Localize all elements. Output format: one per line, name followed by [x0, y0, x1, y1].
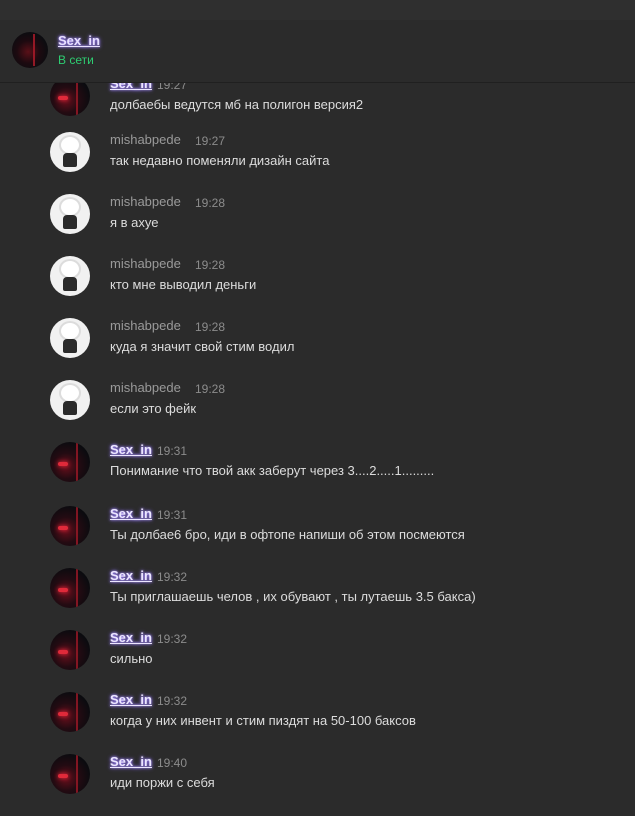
message-author[interactable]: Sex_in	[110, 754, 152, 770]
message-item: mishabpede 19:27 так недавно поменяли ди…	[0, 132, 635, 194]
message-item: mishabpede 19:28 кто мне выводил деньги	[0, 256, 635, 318]
chat-header: Sex_in В сети	[0, 20, 635, 83]
avatar[interactable]	[50, 380, 90, 420]
message-author[interactable]: Sex_in	[110, 506, 152, 522]
message-item: Sex_in 19:32 когда у них инвент и стим п…	[0, 692, 635, 754]
message-item: mishabpede 19:28 куда я значит свой стим…	[0, 318, 635, 380]
message-time: 19:32	[157, 632, 188, 646]
message-text: Понимание что твой акк заберут через 3..…	[110, 463, 435, 478]
message-item: mishabpede 19:28 если это фейк	[0, 380, 635, 442]
message-text: кто мне выводил деньги	[110, 277, 257, 292]
avatar[interactable]	[50, 318, 90, 358]
message-author[interactable]: mishabpede	[110, 318, 181, 334]
message-author[interactable]: mishabpede	[110, 194, 181, 210]
message-time: 19:32	[157, 570, 188, 584]
message-text: я в ахуе	[110, 215, 159, 230]
message-item: Sex_in 19:31 Ты долбае6 бро, иди в офтоп…	[0, 506, 635, 568]
avatar[interactable]	[50, 256, 90, 296]
message-item: Sex_in 19:40 иди поржи с себя	[0, 754, 635, 816]
message-time: 19:28	[195, 196, 226, 210]
message-author[interactable]: Sex_in	[110, 442, 152, 458]
message-time: 19:40	[157, 756, 188, 770]
avatar[interactable]	[50, 568, 90, 608]
message-text: долбаебы ведутся мб на полигон версия2	[110, 97, 364, 112]
avatar[interactable]	[50, 194, 90, 234]
message-author[interactable]: mishabpede	[110, 132, 181, 148]
message-item: Sex_in 19:31 Понимание что твой акк забе…	[0, 442, 635, 504]
message-item: Sex_in 19:32 сильно	[0, 630, 635, 692]
message-text: так недавно поменяли дизайн сайта	[110, 153, 330, 168]
message-author[interactable]: mishabpede	[110, 380, 181, 396]
message-item: Sex_in 19:27 долбаебы ведутся мб на поли…	[0, 76, 635, 138]
message-text: Ты долбае6 бро, иди в офтопе напиши об э…	[110, 527, 465, 542]
message-text: сильно	[110, 651, 153, 666]
message-item: mishabpede 19:28 я в ахуе	[0, 194, 635, 256]
message-text: Ты приглашаешь челов , их обувают , ты л…	[110, 589, 476, 604]
message-feed[interactable]: Sex_in 19:27 долбаебы ведутся мб на поли…	[0, 0, 635, 815]
message-time: 19:28	[195, 382, 226, 396]
avatar[interactable]	[50, 754, 90, 794]
message-author[interactable]: Sex_in	[110, 692, 152, 708]
message-text: когда у них инвент и стим пиздят на 50-1…	[110, 713, 416, 728]
message-text: куда я значит свой стим водил	[110, 339, 295, 354]
message-text: если это фейк	[110, 401, 197, 416]
message-time: 19:31	[157, 444, 188, 458]
online-status: В сети	[58, 53, 94, 67]
avatar[interactable]	[50, 630, 90, 670]
message-author[interactable]: Sex_in	[110, 568, 152, 584]
message-time: 19:28	[195, 320, 226, 334]
message-item: Sex_in 19:32 Ты приглашаешь челов , их о…	[0, 568, 635, 630]
message-author[interactable]: Sex_in	[110, 630, 152, 646]
message-time: 19:32	[157, 694, 188, 708]
message-time: 19:27	[195, 134, 226, 148]
header-avatar[interactable]	[12, 32, 48, 68]
avatar[interactable]	[50, 692, 90, 732]
message-time: 19:31	[157, 508, 188, 522]
avatar[interactable]	[50, 132, 90, 172]
message-text: иди поржи с себя	[110, 775, 215, 790]
message-author[interactable]: mishabpede	[110, 256, 181, 272]
message-time: 19:28	[195, 258, 226, 272]
avatar[interactable]	[50, 506, 90, 546]
header-username[interactable]: Sex_in	[58, 33, 100, 48]
avatar[interactable]	[50, 442, 90, 482]
